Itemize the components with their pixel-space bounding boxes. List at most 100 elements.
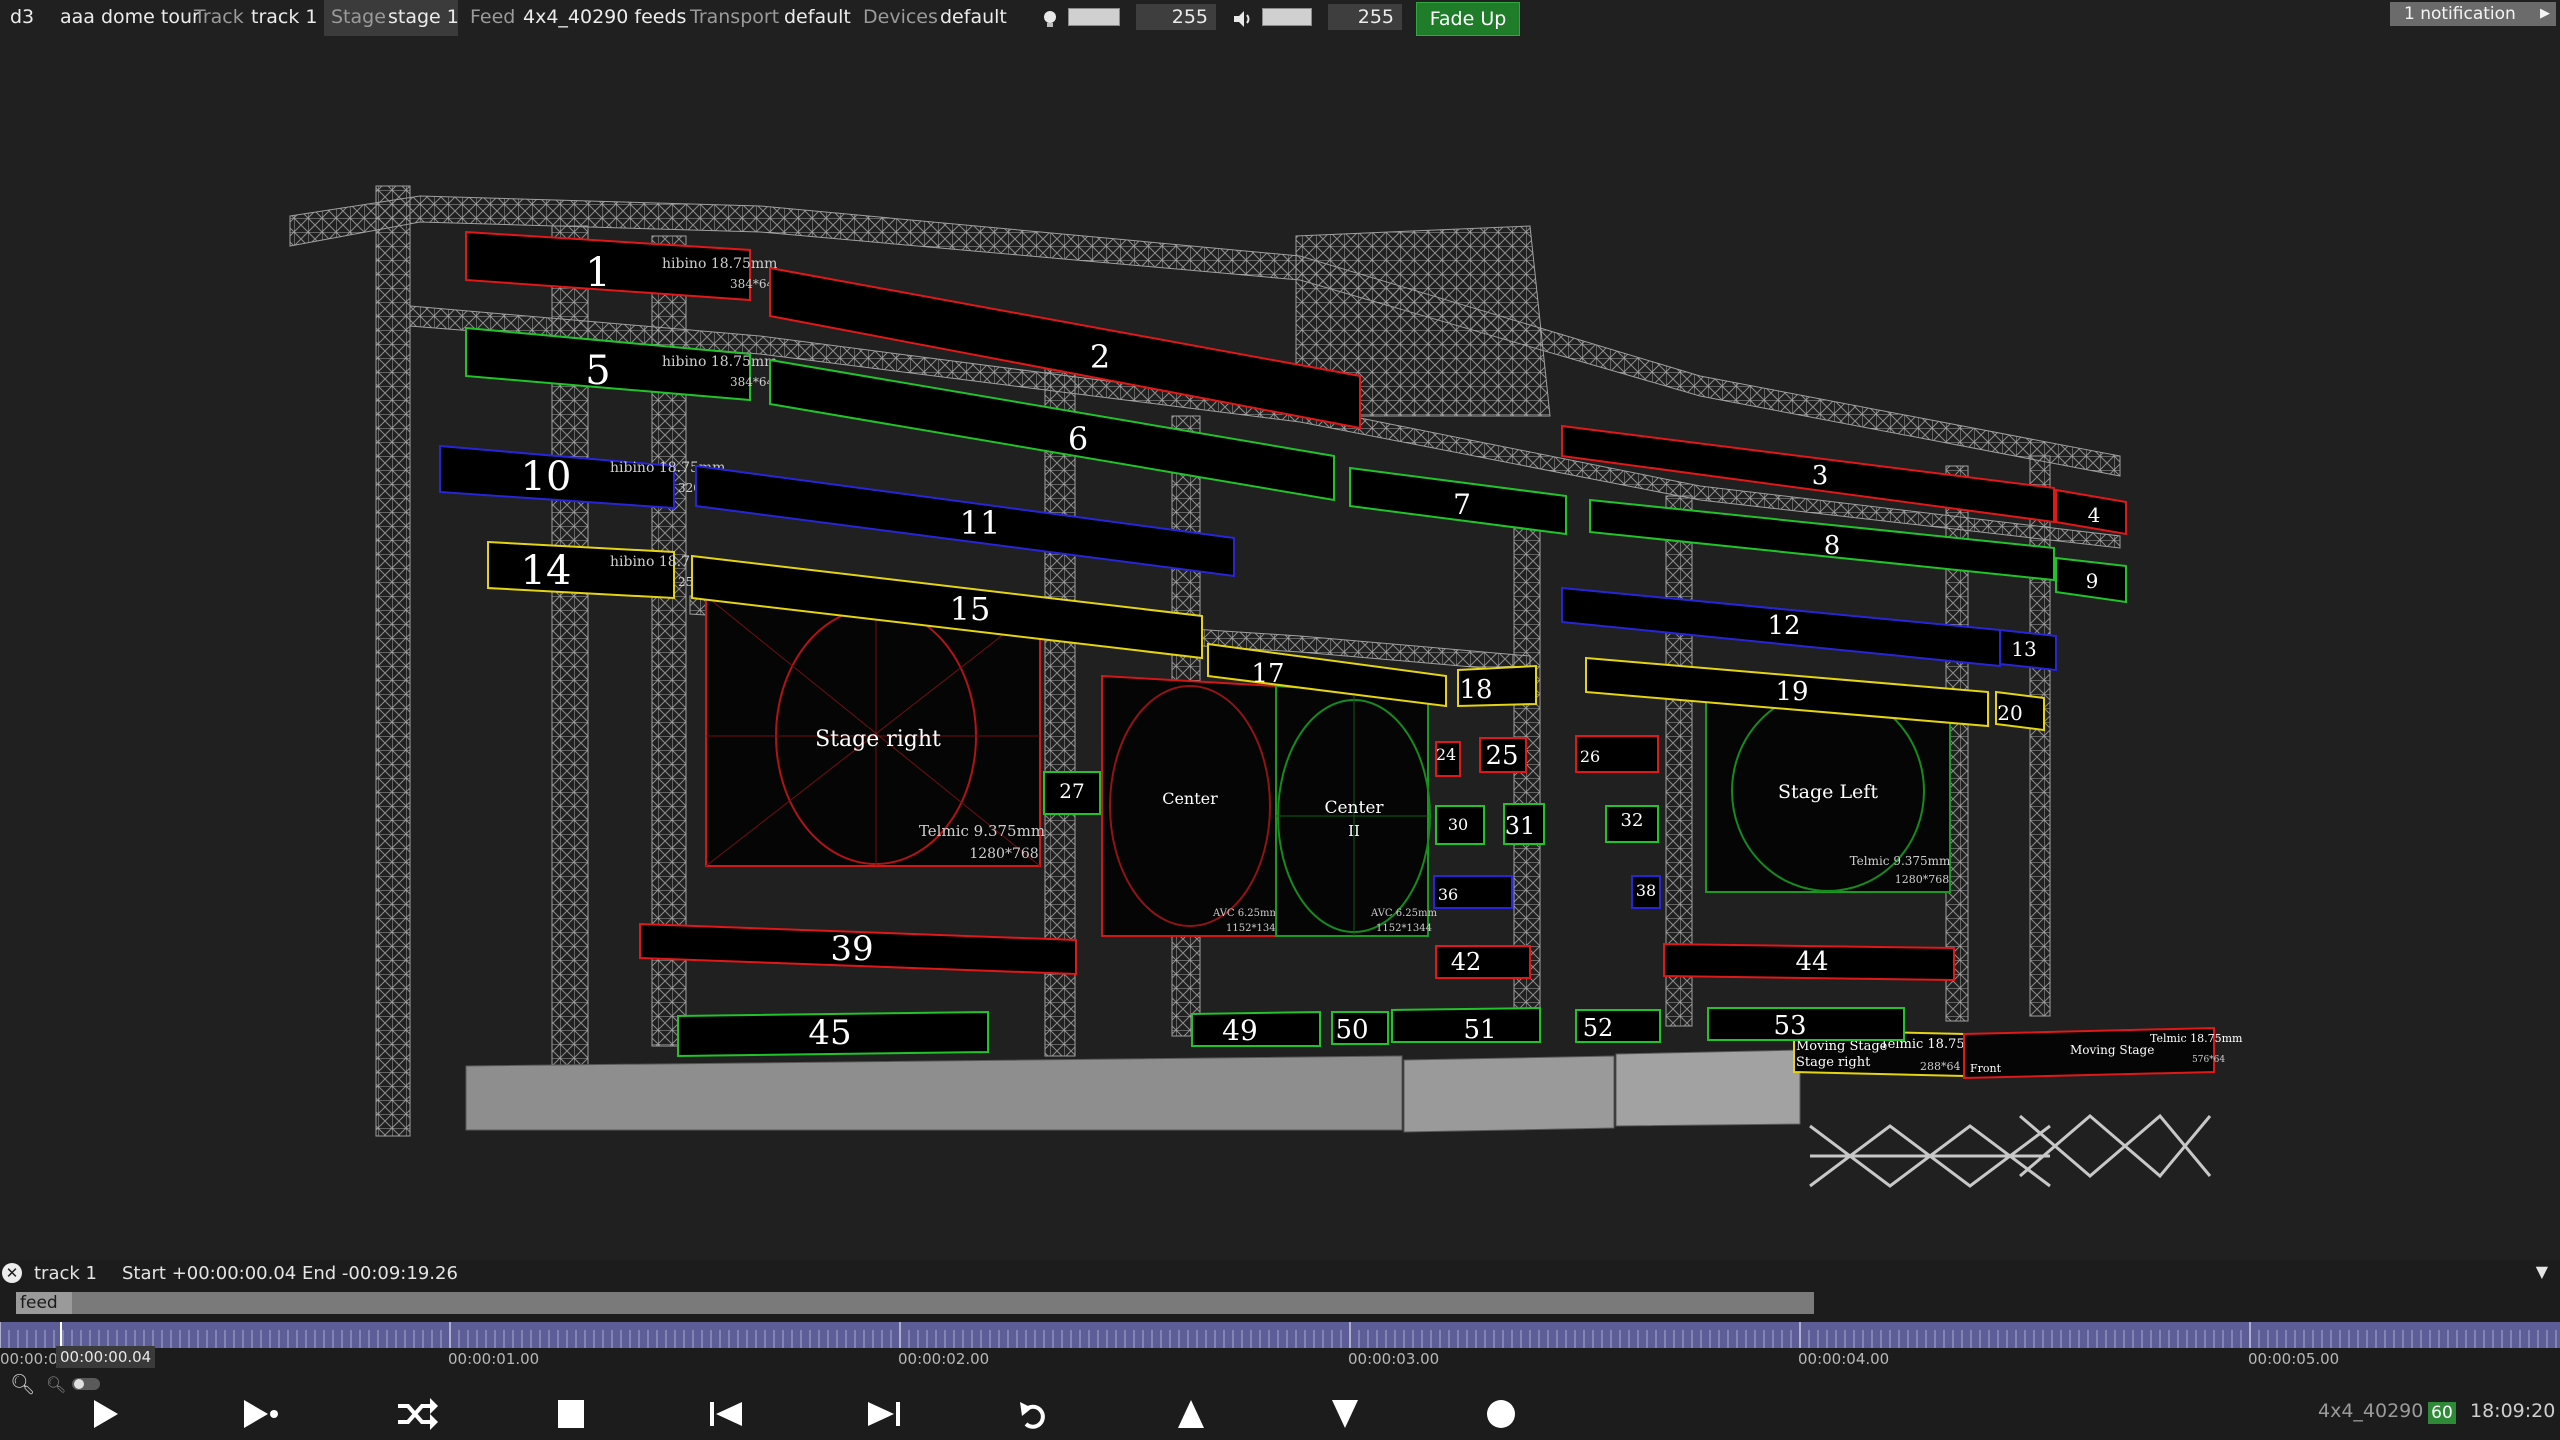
close-track-icon[interactable]: ✕ — [2, 1263, 22, 1283]
screen-49[interactable]: 49 — [1191, 1010, 1321, 1047]
screen-center-ii[interactable]: Center II AVC 6.25mm 1152*1344 — [1275, 684, 1438, 937]
track-value[interactable]: track 1 — [251, 4, 317, 30]
moving-right-label-2: Stage right — [1796, 1055, 1871, 1070]
screen-32[interactable]: 32 — [1605, 805, 1659, 843]
track-name: track 1 — [34, 1263, 97, 1284]
screen-44[interactable]: 44 — [1663, 942, 1955, 982]
brightness-slider[interactable] — [1068, 8, 1120, 26]
section-down-button[interactable] — [1320, 1394, 1370, 1434]
track-end: End -00:09:19.26 — [302, 1263, 458, 1284]
screen-24[interactable]: 24 — [1435, 741, 1461, 777]
play-to-end-icon — [244, 1400, 278, 1428]
scissor-lift — [1809, 1113, 2212, 1188]
screen-12-number: 12 — [1767, 611, 1800, 641]
record-icon — [1487, 1400, 1515, 1428]
next-button[interactable] — [858, 1394, 908, 1434]
app-name[interactable]: d3 — [10, 4, 34, 30]
screen-30[interactable]: 30 — [1435, 805, 1485, 845]
return-button[interactable] — [1012, 1394, 1062, 1434]
screen-stage-right[interactable]: Stage right Telmic 9.375mm 1280*768 — [705, 594, 1045, 867]
transport-controls — [0, 1384, 2560, 1440]
play-button[interactable] — [80, 1394, 130, 1434]
playhead[interactable] — [60, 1322, 62, 1348]
screen-26[interactable]: 26 — [1575, 735, 1659, 773]
record-button[interactable] — [1476, 1394, 1526, 1434]
screen-27-number: 27 — [1059, 779, 1084, 803]
transport-value[interactable]: default — [784, 4, 851, 30]
feed-layer-label: feed — [16, 1292, 72, 1314]
volume-value[interactable]: 255 — [1328, 4, 1402, 30]
screen-4[interactable]: 4 — [2055, 488, 2127, 536]
previous-button[interactable] — [702, 1394, 752, 1434]
ruler-label-1: 00:00:01.00 — [448, 1350, 540, 1368]
screen-5-spec: hibino 18.75mm — [662, 354, 777, 370]
screen-9[interactable]: 9 — [2055, 556, 2127, 604]
triangle-down-icon — [1332, 1400, 1358, 1428]
play-to-end-button[interactable] — [236, 1394, 286, 1434]
notification-text: 1 notification — [2404, 4, 2516, 24]
screen-11[interactable]: 11 — [695, 464, 1235, 578]
screen-36-number: 36 — [1438, 885, 1458, 904]
screen-31[interactable]: 31 — [1503, 803, 1545, 845]
track-label: Track — [194, 6, 244, 28]
screen-42[interactable]: 42 — [1435, 945, 1531, 979]
screen-12[interactable]: 12 — [1561, 586, 2001, 668]
feed-value[interactable]: 4x4_40290 feeds — [523, 4, 686, 30]
screen-15-number: 15 — [950, 590, 991, 628]
screen-5-res: 384*64 — [730, 375, 775, 389]
screen-18[interactable]: 18 — [1457, 664, 1537, 708]
screen-50[interactable]: 50 — [1331, 1011, 1389, 1045]
fade-up-button[interactable]: Fade Up — [1416, 2, 1520, 36]
screen-38[interactable]: 38 — [1631, 875, 1661, 909]
section-up-button[interactable] — [1166, 1394, 1216, 1434]
moving-front-spec: Telmic 18.75mm — [2150, 1032, 2243, 1045]
bulb-icon — [1042, 8, 1058, 35]
screen-13[interactable]: 13 — [1999, 628, 2057, 672]
stage-value[interactable]: stage 1 — [388, 4, 459, 30]
screen-30-number: 30 — [1448, 815, 1468, 834]
center-ii-res: 1152*1344 — [1376, 923, 1432, 934]
skip-back-icon — [710, 1402, 742, 1426]
project-name[interactable]: aaa dome tour — [60, 4, 200, 30]
screen-45[interactable]: 45 — [677, 1010, 989, 1058]
moving-front-res: 576*64 — [2192, 1055, 2225, 1065]
screen-27[interactable]: 27 — [1043, 771, 1101, 815]
feed-layer[interactable]: feed — [16, 1292, 1814, 1314]
screen-20[interactable]: 20 — [1995, 690, 2045, 732]
stop-button[interactable] — [546, 1394, 596, 1434]
screen-7-number: 7 — [1453, 488, 1471, 521]
fps-badge: 60 — [2428, 1402, 2456, 1424]
screen-center[interactable]: Center AVC 6.25mm 1152*1344 — [1101, 674, 1282, 937]
screen-39[interactable]: 39 — [639, 922, 1077, 976]
collapse-icon[interactable]: ▼ — [2536, 1262, 2548, 1281]
screen-14[interactable]: 14hibino 18.75mm256*64 — [487, 540, 725, 600]
loop-play-button[interactable] — [392, 1394, 442, 1434]
moving-right-label: Moving Stage — [1796, 1039, 1888, 1054]
screen-52[interactable]: 52 — [1575, 1009, 1661, 1043]
screen-7[interactable]: 7 — [1349, 466, 1567, 536]
loop-icon — [398, 1398, 438, 1430]
screen-19-number: 19 — [1775, 677, 1808, 707]
volume-slider[interactable] — [1262, 8, 1312, 26]
stage-right-res: 1280*768 — [969, 846, 1038, 862]
screen-51-number: 51 — [1463, 1015, 1496, 1045]
play-arrow-icon: ▶ — [2540, 6, 2550, 21]
screen-36[interactable]: 36 — [1433, 875, 1513, 909]
screen-51[interactable]: 51 — [1391, 1006, 1541, 1045]
screen-53[interactable]: 53 — [1707, 1007, 1905, 1041]
screen-1-res: 384*64 — [730, 277, 775, 291]
screen-2-number: 2 — [1090, 338, 1110, 376]
timeline-panel: ✕ track 1 Start +00:00:00.04 End -00:09:… — [0, 1260, 2560, 1440]
screen-52-number: 52 — [1583, 1014, 1614, 1042]
screen-13-number: 13 — [2011, 637, 2036, 661]
brightness-value[interactable]: 255 — [1136, 4, 1216, 30]
timeline-header: ✕ track 1 Start +00:00:00.04 End -00:09:… — [0, 1260, 2560, 1288]
screen-moving-stage-front[interactable]: Front Moving Stage Telmic 18.75mm 576*64 — [1963, 1026, 2243, 1080]
stage-scene[interactable]: Stage right Telmic 9.375mm 1280*768 Cent… — [0, 36, 2560, 1260]
notification-button[interactable]: 1 notification ▶ — [2390, 2, 2556, 26]
stage-viewport[interactable]: Stage right Telmic 9.375mm 1280*768 Cent… — [0, 36, 2560, 1260]
screen-26-number: 26 — [1580, 747, 1600, 766]
devices-value[interactable]: default — [940, 4, 1007, 30]
screen-25[interactable]: 25 — [1479, 737, 1527, 773]
screen-1[interactable]: 1 hibino 18.75mm 384*64 — [465, 230, 777, 302]
